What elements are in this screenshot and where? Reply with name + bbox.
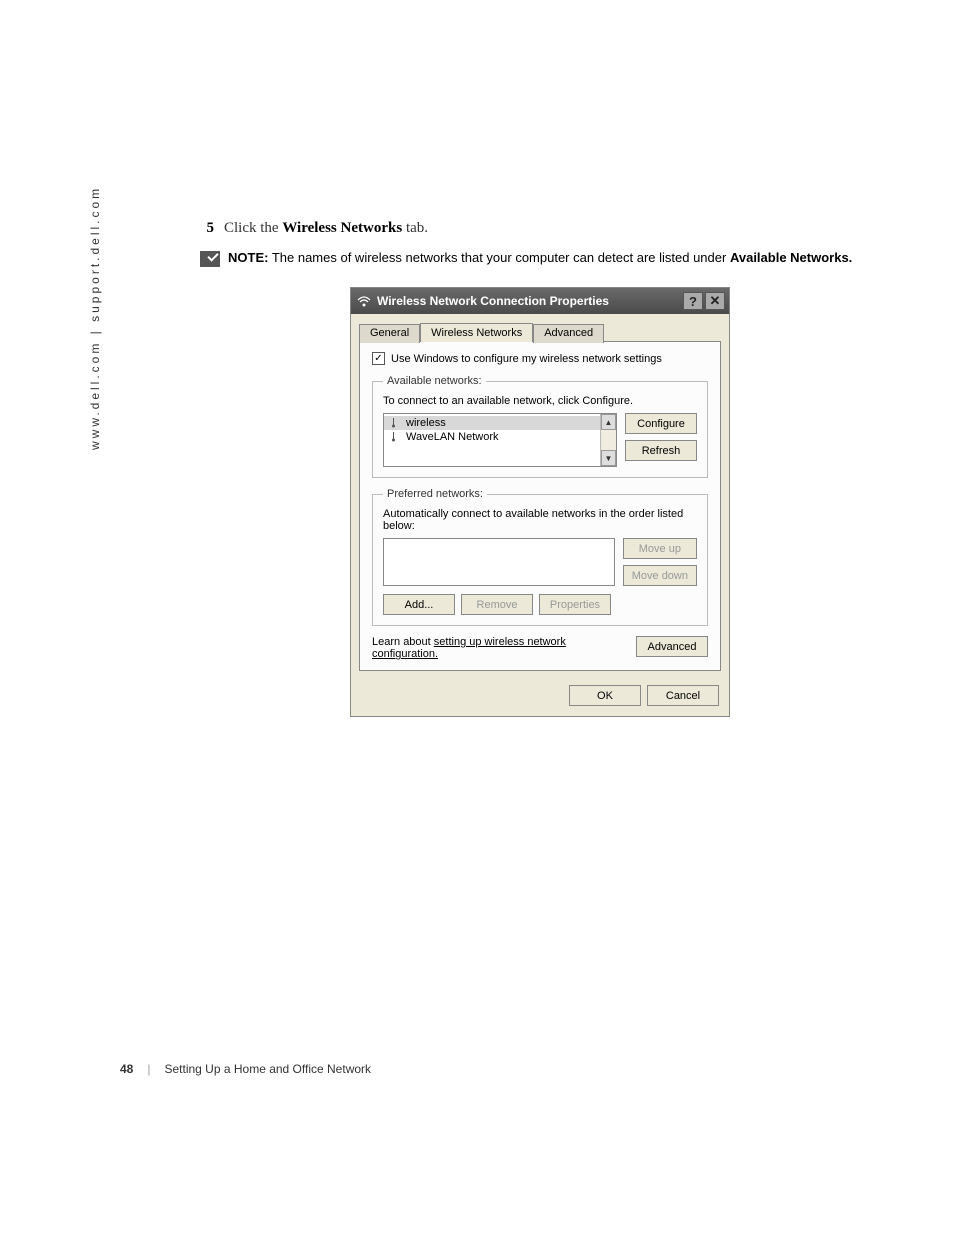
wireless-icon xyxy=(357,294,371,308)
configure-button[interactable]: Configure xyxy=(625,413,697,434)
learn-about-text: Learn about setting up wireless network … xyxy=(372,636,624,660)
network-name: WaveLAN Network xyxy=(406,431,499,443)
move-down-button[interactable]: Move down xyxy=(623,565,697,586)
step-text: Click the Wireless Networks tab. xyxy=(224,220,428,237)
properties-dialog: Wireless Network Connection Properties ?… xyxy=(350,287,730,717)
page-number: 48 xyxy=(120,1062,133,1076)
scroll-up-icon[interactable]: ▲ xyxy=(601,414,616,430)
tab-strip: General Wireless Networks Advanced xyxy=(351,314,729,341)
preferred-networks-legend: Preferred networks: xyxy=(383,488,487,500)
available-networks-listbox[interactable]: wireless WaveLAN Network ▲ ▼ xyxy=(383,413,617,467)
tab-general[interactable]: General xyxy=(359,324,420,343)
refresh-button[interactable]: Refresh xyxy=(625,440,697,461)
advanced-button[interactable]: Advanced xyxy=(636,636,708,657)
available-networks-group: Available networks: To connect to an ava… xyxy=(372,375,708,478)
list-item[interactable]: wireless xyxy=(384,416,600,430)
scroll-down-icon[interactable]: ▼ xyxy=(601,450,616,466)
footer-separator: | xyxy=(147,1062,150,1076)
sidebar-url-text: www.dell.com | support.dell.com xyxy=(88,186,102,450)
dialog-title: Wireless Network Connection Properties xyxy=(377,294,681,308)
properties-button[interactable]: Properties xyxy=(539,594,611,615)
list-item[interactable]: WaveLAN Network xyxy=(384,430,600,444)
move-up-button[interactable]: Move up xyxy=(623,538,697,559)
instruction-step: 5 Click the Wireless Networks tab. xyxy=(200,220,880,237)
scroll-track[interactable] xyxy=(601,430,616,450)
note-callout: NOTE: The names of wireless networks tha… xyxy=(200,249,880,267)
preferred-networks-listbox[interactable] xyxy=(383,538,615,586)
preferred-networks-desc: Automatically connect to available netwo… xyxy=(383,508,697,532)
available-networks-legend: Available networks: xyxy=(383,375,486,387)
checkbox-icon[interactable]: ✓ xyxy=(372,352,385,365)
network-icon xyxy=(390,432,400,442)
ok-button[interactable]: OK xyxy=(569,685,641,706)
remove-button[interactable]: Remove xyxy=(461,594,533,615)
network-icon xyxy=(390,418,400,428)
tab-wireless-networks[interactable]: Wireless Networks xyxy=(420,323,533,342)
cancel-button[interactable]: Cancel xyxy=(647,685,719,706)
scrollbar[interactable]: ▲ ▼ xyxy=(600,414,616,466)
section-title: Setting Up a Home and Office Network xyxy=(164,1062,371,1076)
step-number: 5 xyxy=(200,220,214,237)
learn-about-row: Learn about setting up wireless network … xyxy=(372,636,708,660)
preferred-networks-group: Preferred networks: Automatically connec… xyxy=(372,488,708,626)
tab-advanced[interactable]: Advanced xyxy=(533,324,604,343)
page-content: 5 Click the Wireless Networks tab. NOTE:… xyxy=(200,220,880,717)
note-icon xyxy=(200,251,220,267)
use-windows-checkbox-row[interactable]: ✓ Use Windows to configure my wireless n… xyxy=(372,352,708,365)
tab-panel: ✓ Use Windows to configure my wireless n… xyxy=(359,341,721,671)
note-text: NOTE: The names of wireless networks tha… xyxy=(228,249,852,267)
add-button[interactable]: Add... xyxy=(383,594,455,615)
close-button[interactable]: ✕ xyxy=(705,292,725,310)
dialog-footer: OK Cancel xyxy=(351,679,729,716)
dialog-titlebar[interactable]: Wireless Network Connection Properties ?… xyxy=(351,288,729,314)
network-name: wireless xyxy=(406,417,446,429)
available-networks-desc: To connect to an available network, clic… xyxy=(383,395,697,407)
page-footer: 48 | Setting Up a Home and Office Networ… xyxy=(120,1062,371,1076)
checkbox-label: Use Windows to configure my wireless net… xyxy=(391,353,662,365)
help-button[interactable]: ? xyxy=(683,292,703,310)
